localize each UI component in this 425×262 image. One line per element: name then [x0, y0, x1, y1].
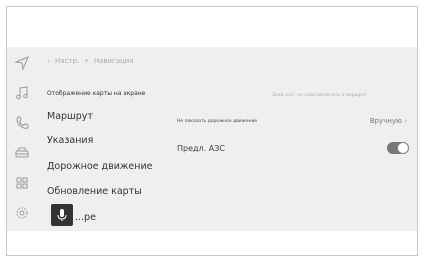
toggle-knob	[397, 142, 409, 154]
breadcrumb-separator: •	[84, 57, 89, 65]
navigation-icon[interactable]	[14, 55, 30, 71]
music-icon[interactable]	[14, 85, 30, 101]
phone-icon[interactable]	[14, 115, 30, 131]
settings-screen: ‹ Настр. • Навигация Отображение карты н…	[7, 47, 417, 231]
side-rail	[7, 47, 37, 231]
car-icon[interactable]	[14, 145, 30, 161]
menu-item-traffic[interactable]: Дорожное движение	[47, 161, 153, 172]
menu-item-guidance[interactable]: Указания	[47, 135, 93, 146]
voice-button[interactable]	[51, 204, 73, 226]
settings-icon[interactable]	[14, 205, 30, 221]
suggest-fuel-label: Предл. АЗС	[177, 144, 225, 153]
menu-item-map-display[interactable]: Отображение карты на экране	[47, 90, 145, 97]
microphone-icon	[57, 209, 67, 221]
back-chevron-icon[interactable]: ‹	[47, 57, 50, 65]
menu-item-route[interactable]: Маршрут	[47, 111, 93, 122]
display-frame: ‹ Настр. • Навигация Отображение карты н…	[6, 6, 418, 256]
menu-item-partial[interactable]: ...ре	[75, 212, 96, 223]
breadcrumb-current: Навигация	[93, 57, 134, 65]
suggest-fuel-toggle[interactable]	[387, 142, 409, 154]
menu-item-map-update[interactable]: Обновление карты	[47, 186, 142, 197]
avoid-traffic-label: Не показать дорожное движение	[177, 119, 258, 124]
breadcrumb: ‹ Настр. • Навигация	[47, 57, 137, 65]
avoid-traffic-value[interactable]: Вручную ›	[370, 117, 407, 125]
apps-icon[interactable]	[14, 175, 30, 191]
route-hint-text: Зона, кот. не надо включать в маршрут	[272, 93, 367, 98]
breadcrumb-settings[interactable]: Настр.	[55, 57, 79, 65]
